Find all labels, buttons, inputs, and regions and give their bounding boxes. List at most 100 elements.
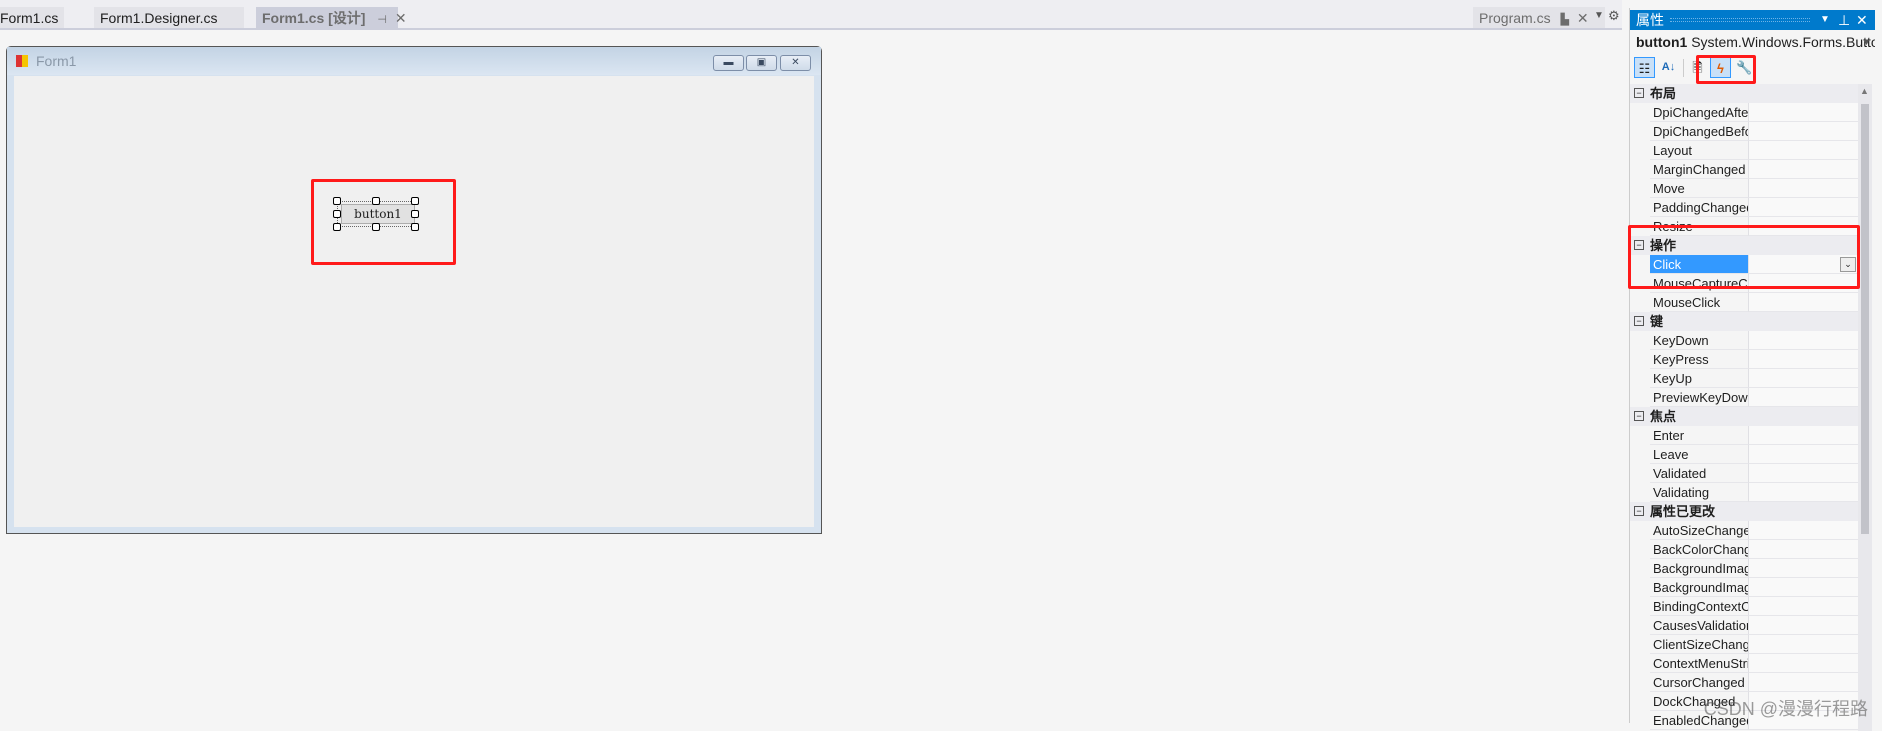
event-name: KeyPress <box>1650 350 1748 369</box>
resize-handle[interactable] <box>411 197 419 205</box>
event-row[interactable]: BackgroundImag <box>1630 578 1858 597</box>
collapse-icon[interactable]: − <box>1634 316 1644 326</box>
category-row[interactable]: − 键 <box>1630 312 1858 331</box>
resize-handle[interactable] <box>372 223 380 231</box>
event-handler-value[interactable] <box>1748 350 1858 369</box>
tab-program-cs[interactable]: Program.cs ▙ ✕ <box>1473 7 1605 29</box>
resize-handle[interactable] <box>333 210 341 218</box>
button1[interactable]: button1 <box>341 204 415 224</box>
event-handler-value[interactable] <box>1748 635 1858 654</box>
event-handler-value[interactable] <box>1748 141 1858 160</box>
form-icon <box>16 55 28 67</box>
event-name: BackgroundImag <box>1650 559 1748 578</box>
event-handler-value[interactable] <box>1748 654 1858 673</box>
pin-icon[interactable]: ⊣ <box>377 14 387 26</box>
event-row[interactable]: MarginChanged <box>1630 160 1858 179</box>
event-handler-value[interactable] <box>1748 483 1858 502</box>
resize-handle[interactable] <box>372 197 380 205</box>
event-row[interactable]: BackColorChang <box>1630 540 1858 559</box>
event-handler-value[interactable] <box>1748 331 1858 350</box>
event-row[interactable]: CausesValidation <box>1630 616 1858 635</box>
event-row[interactable]: BindingContextC <box>1630 597 1858 616</box>
event-name: BindingContextC <box>1650 597 1748 616</box>
form-designer-window[interactable]: Form1 ▬ ▣ ✕ <box>6 46 822 534</box>
maximize-button[interactable]: ▣ <box>746 55 777 71</box>
drag-grip[interactable] <box>1670 18 1810 22</box>
event-handler-value[interactable] <box>1748 464 1858 483</box>
collapse-icon[interactable]: − <box>1634 88 1644 98</box>
event-handler-value[interactable] <box>1748 122 1858 141</box>
collapse-icon[interactable]: − <box>1634 506 1644 516</box>
event-handler-value[interactable] <box>1748 559 1858 578</box>
event-row[interactable]: AutoSizeChanged <box>1630 521 1858 540</box>
event-row[interactable]: BackgroundImag <box>1630 559 1858 578</box>
event-name: PreviewKeyDown <box>1650 388 1748 407</box>
properties-header: 属性 ▼ ⊥ ✕ <box>1630 10 1875 30</box>
event-row[interactable]: Leave <box>1630 445 1858 464</box>
event-handler-value[interactable] <box>1748 673 1858 692</box>
event-handler-value[interactable] <box>1748 445 1858 464</box>
event-handler-value[interactable] <box>1748 179 1858 198</box>
event-row[interactable]: CursorChanged <box>1630 673 1858 692</box>
resize-handle[interactable] <box>411 223 419 231</box>
scrollbar-thumb[interactable] <box>1861 104 1869 534</box>
scroll-up-icon[interactable]: ▲ <box>1860 86 1869 96</box>
event-handler-value[interactable] <box>1748 103 1858 122</box>
tab-form1-cs[interactable]: Form1.cs <box>0 7 65 29</box>
category-row[interactable]: − 布局 <box>1630 84 1858 103</box>
close-icon[interactable]: ✕ <box>395 10 407 26</box>
minimize-button[interactable]: ▬ <box>713 55 744 71</box>
resize-handle[interactable] <box>333 197 341 205</box>
event-row[interactable]: ClientSizeChange <box>1630 635 1858 654</box>
dropdown-icon[interactable]: ▼ <box>1820 10 1830 30</box>
resize-handle[interactable] <box>411 210 419 218</box>
event-row[interactable]: Move <box>1630 179 1858 198</box>
object-type: System.Windows.Forms.Butto <box>1691 34 1875 50</box>
event-handler-value[interactable] <box>1748 616 1858 635</box>
close-icon[interactable]: ✕ <box>1577 10 1589 26</box>
event-row[interactable]: ContextMenuStri <box>1630 654 1858 673</box>
event-row[interactable]: PaddingChanged <box>1630 198 1858 217</box>
vertical-scrollbar[interactable]: ▲ <box>1858 84 1872 731</box>
event-handler-value[interactable] <box>1748 388 1858 407</box>
event-handler-value[interactable] <box>1748 521 1858 540</box>
tab-list-dropdown-icon[interactable]: ▼ <box>1594 10 1604 21</box>
alphabetical-icon[interactable]: A↓ <box>1658 57 1679 78</box>
event-row[interactable]: Validating <box>1630 483 1858 502</box>
event-row[interactable]: PreviewKeyDown <box>1630 388 1858 407</box>
event-row[interactable]: Enter <box>1630 426 1858 445</box>
event-row[interactable]: KeyDown <box>1630 331 1858 350</box>
event-row[interactable]: Layout <box>1630 141 1858 160</box>
close-button[interactable]: ✕ <box>780 55 811 71</box>
tab-form1-design[interactable]: Form1.cs [设计] ⊣ ✕ <box>256 7 407 29</box>
event-handler-value[interactable] <box>1748 369 1858 388</box>
event-row[interactable]: MouseClick <box>1630 293 1858 312</box>
event-row[interactable]: KeyPress <box>1630 350 1858 369</box>
tab-label: Program.cs <box>1479 10 1551 26</box>
event-handler-value[interactable] <box>1748 160 1858 179</box>
resize-handle[interactable] <box>333 223 341 231</box>
event-row[interactable]: DpiChangedBefo <box>1630 122 1858 141</box>
event-handler-value[interactable] <box>1748 597 1858 616</box>
gear-icon[interactable]: ⚙ <box>1608 8 1620 24</box>
event-name: CursorChanged <box>1650 673 1748 692</box>
category-row[interactable]: − 焦点 <box>1630 407 1858 426</box>
event-row[interactable]: DpiChangedAfte <box>1630 103 1858 122</box>
close-icon[interactable]: ✕ <box>1856 10 1868 30</box>
event-row[interactable]: Validated <box>1630 464 1858 483</box>
collapse-icon[interactable]: − <box>1634 411 1644 421</box>
event-row[interactable]: KeyUp <box>1630 369 1858 388</box>
event-handler-value[interactable] <box>1748 540 1858 559</box>
event-handler-value[interactable] <box>1748 293 1858 312</box>
event-handler-value[interactable] <box>1748 198 1858 217</box>
form-client-area[interactable] <box>14 76 814 527</box>
categorized-icon[interactable]: ☷ <box>1634 57 1655 78</box>
event-handler-value[interactable] <box>1748 578 1858 597</box>
object-selector[interactable]: button1 System.Windows.Forms.Butto ▼ <box>1630 30 1875 54</box>
event-handler-value[interactable] <box>1748 426 1858 445</box>
tab-form1-designer-cs[interactable]: Form1.Designer.cs <box>94 7 244 29</box>
category-row[interactable]: − 属性已更改 <box>1630 502 1858 521</box>
pin-icon[interactable]: ▙ <box>1560 14 1568 26</box>
event-name: Leave <box>1650 445 1748 464</box>
pin-icon[interactable]: ⊥ <box>1838 10 1850 30</box>
